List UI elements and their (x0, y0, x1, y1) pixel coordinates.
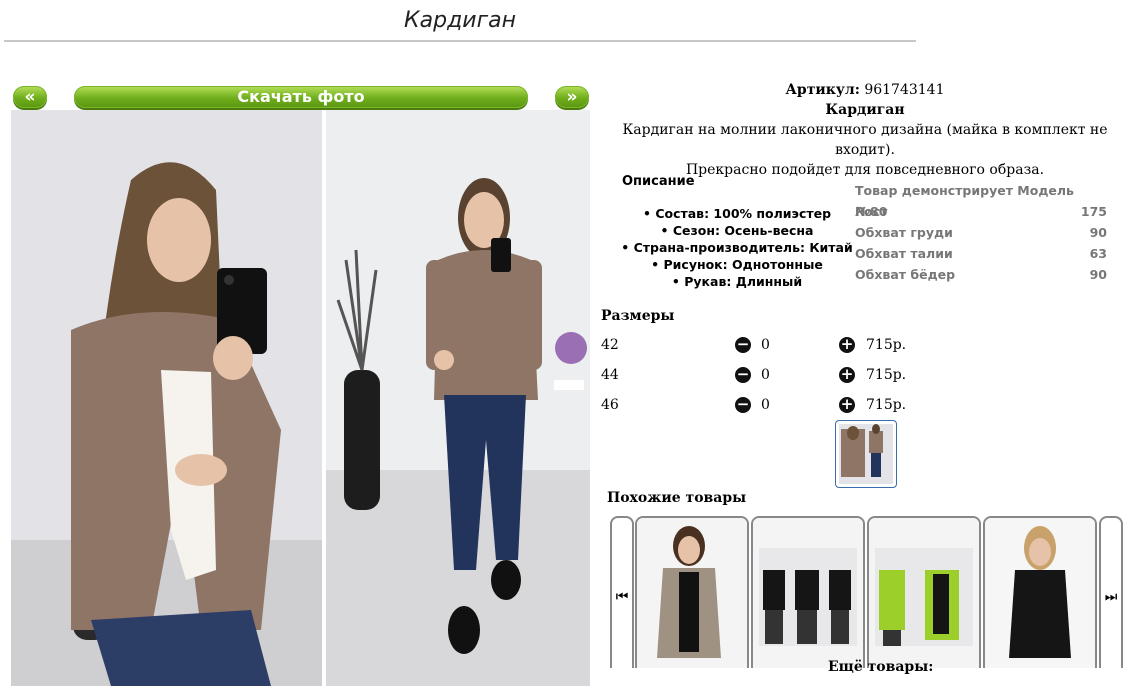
description-item: Страна-производитель: Китай (620, 239, 854, 256)
description-item: Сезон: Осень-весна (620, 222, 854, 239)
size-row: 46 − 0 + 715р. (601, 394, 921, 416)
model-row-label: Обхват бёдер (855, 267, 956, 282)
quantity-value: 0 (761, 337, 770, 353)
model-row-label: Товар демонстрирует Модель №80 (855, 183, 1074, 219)
model-row: Обхват талии 63 (855, 243, 1107, 264)
model-row: Рост 175 (855, 201, 1107, 222)
prev-photo-button[interactable]: « (13, 86, 47, 108)
minus-icon[interactable]: − (735, 367, 751, 383)
description-item: Рисунок: Однотонные (620, 256, 854, 273)
photo-thumbnail[interactable] (835, 420, 897, 488)
title-divider (4, 40, 916, 42)
similar-product-card[interactable] (751, 516, 865, 668)
more-products-title: Ещё товары: (828, 659, 934, 675)
description-item: Рукав: Длинный (620, 273, 854, 290)
sizes-title: Размеры (601, 308, 675, 324)
model-measurements: Товар демонстрирует Модель №80 Рост 175 … (855, 180, 1107, 285)
description-title: Описание (622, 174, 695, 189)
skip-next-icon: ⏭ (1104, 589, 1118, 605)
photo-front-view (11, 110, 322, 686)
page-title: Кардиган (404, 8, 516, 33)
price: 715р. (866, 397, 907, 413)
plus-icon[interactable]: + (839, 367, 855, 383)
similar-product-card[interactable] (635, 516, 749, 668)
description-list: Состав: 100% полиэстер Сезон: Осень-весн… (620, 205, 854, 290)
model-row-label: Обхват талии (855, 246, 953, 261)
model-row: Обхват груди 90 (855, 222, 1107, 243)
next-photo-button[interactable]: » (555, 86, 589, 108)
price: 715р. (866, 337, 907, 353)
size-label: 44 (601, 367, 619, 383)
photo-full-body-view (326, 110, 590, 686)
model-row: Товар демонстрирует Модель №80 (855, 180, 1107, 219)
model-row: Обхват бёдер 90 (855, 264, 1107, 285)
model-row-label: Рост (855, 204, 888, 219)
size-row: 42 − 0 + 715р. (601, 334, 921, 356)
product-name: Кардиган (825, 102, 905, 118)
model-row-value: 90 (1089, 267, 1107, 282)
carousel-prev-button[interactable]: ⏮ (610, 516, 634, 668)
similar-products-title: Похожие товары (607, 490, 747, 506)
model-row-value: 63 (1089, 246, 1107, 261)
model-row-value: 175 (1080, 204, 1107, 219)
minus-icon[interactable]: − (735, 397, 751, 413)
product-info: Артикул: 961743141 Кардиган Кардиган на … (600, 80, 1123, 180)
carousel-next-button[interactable]: ⏭ (1099, 516, 1123, 668)
description-item: Состав: 100% полиэстер (620, 205, 854, 222)
product-photo[interactable] (11, 110, 590, 686)
product-description-line-1: Кардиган на молнии лаконичного дизайна (… (622, 122, 1108, 158)
size-label: 46 (601, 397, 619, 413)
sku-label: Артикул: (785, 82, 860, 98)
download-photo-button[interactable]: Скачать фото (74, 86, 528, 108)
price: 715р. (866, 367, 907, 383)
size-row: 44 − 0 + 715р. (601, 364, 921, 386)
more-products-links (684, 678, 1014, 686)
skip-previous-icon: ⏮ (615, 589, 629, 605)
plus-icon[interactable]: + (839, 337, 855, 353)
minus-icon[interactable]: − (735, 337, 751, 353)
similar-product-card[interactable] (983, 516, 1097, 668)
sku-line: Артикул: 961743141 (600, 80, 1123, 100)
model-row-label: Обхват груди (855, 225, 953, 240)
quantity-value: 0 (761, 397, 770, 413)
quantity-value: 0 (761, 367, 770, 383)
sku-value: 961743141 (864, 82, 945, 98)
plus-icon[interactable]: + (839, 397, 855, 413)
size-label: 42 (601, 337, 619, 353)
model-row-value: 90 (1089, 225, 1107, 240)
similar-product-card[interactable] (867, 516, 981, 668)
